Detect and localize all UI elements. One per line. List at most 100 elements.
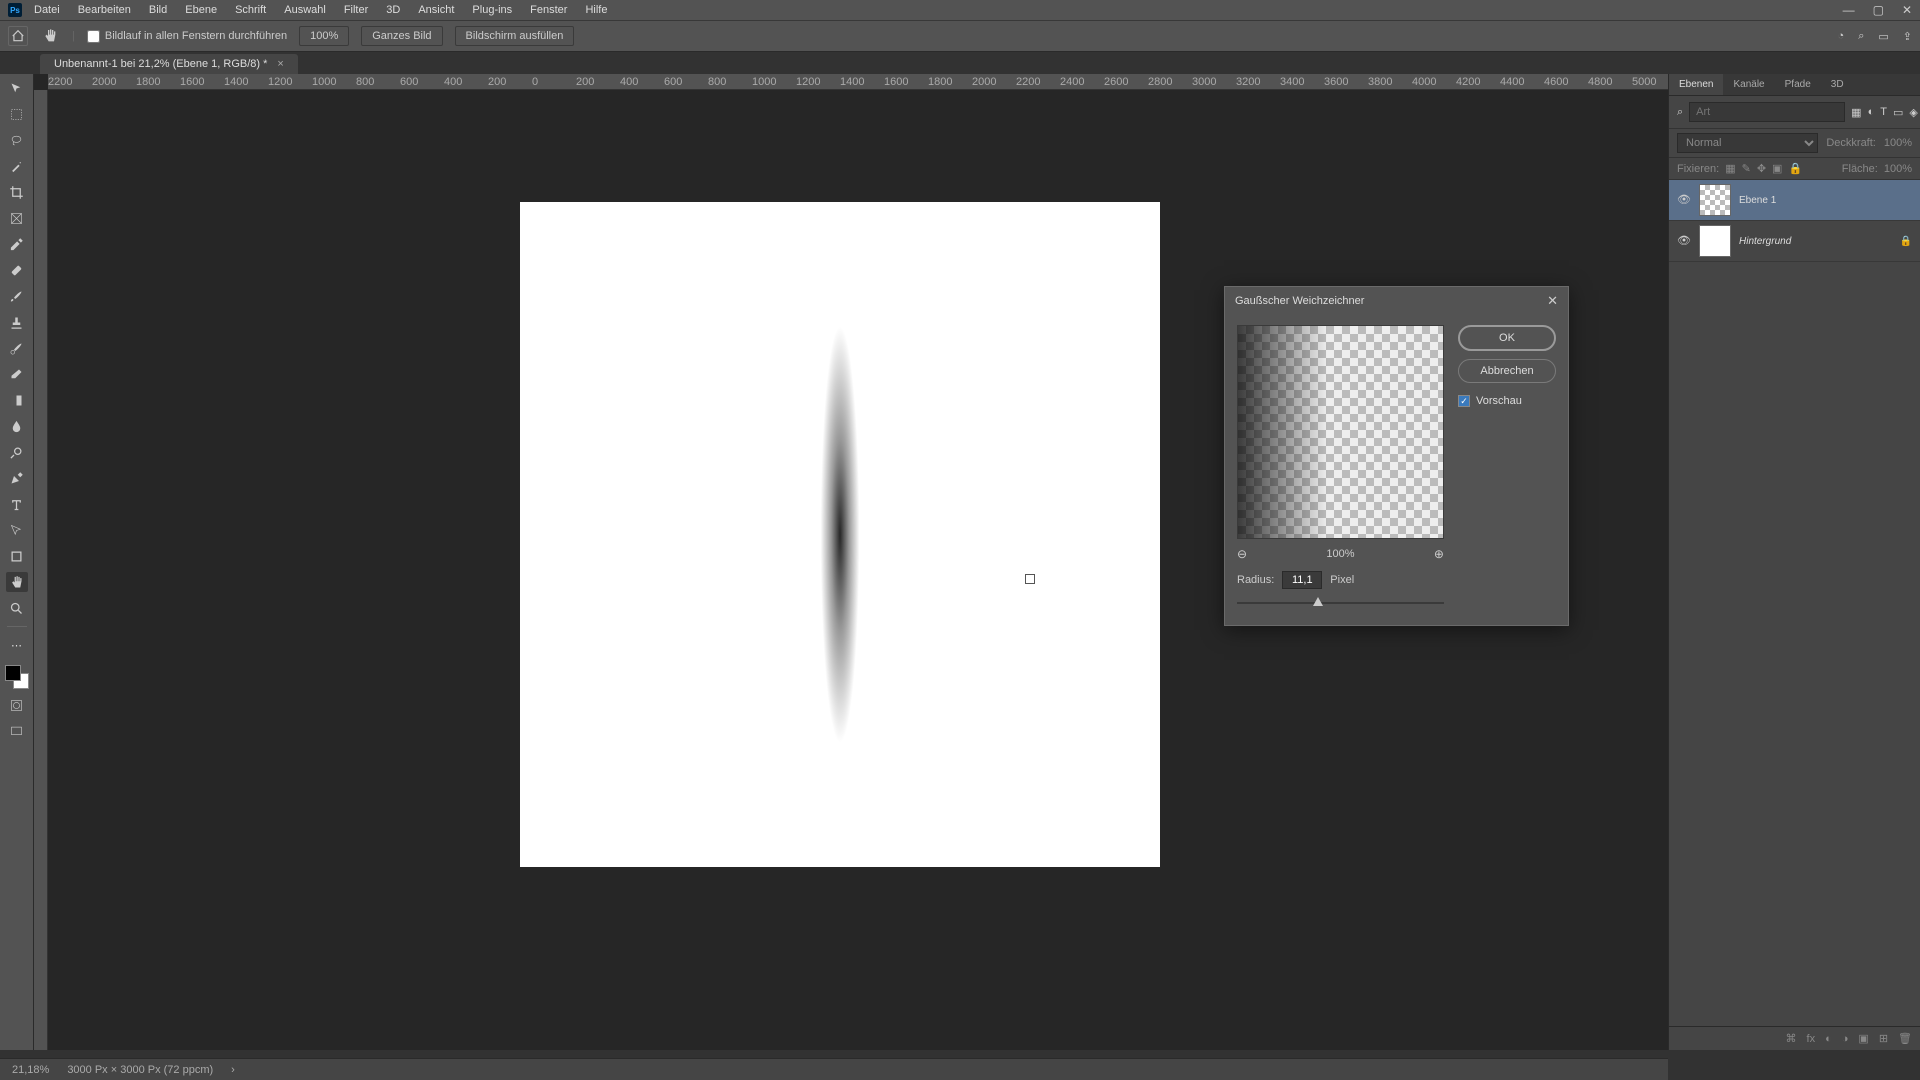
search-icon[interactable]: ⌕ bbox=[1677, 106, 1683, 119]
visibility-icon[interactable]: 👁 bbox=[1677, 234, 1691, 248]
zoom-in-icon[interactable]: ⊕ bbox=[1434, 547, 1444, 561]
zoom-out-icon[interactable]: ⊖ bbox=[1237, 547, 1247, 561]
mask-icon[interactable]: ◐ bbox=[1825, 1033, 1832, 1045]
filter-smart-icon[interactable]: ◈ bbox=[1909, 106, 1917, 119]
menu-filter[interactable]: Filter bbox=[344, 4, 368, 16]
fit-all-button[interactable]: Ganzes Bild bbox=[361, 26, 442, 46]
fill-value[interactable]: 100% bbox=[1884, 163, 1912, 175]
fx-icon[interactable]: fx bbox=[1807, 1033, 1816, 1045]
history-brush-tool[interactable] bbox=[6, 338, 28, 358]
path-tool[interactable] bbox=[6, 520, 28, 540]
lasso-tool[interactable] bbox=[6, 130, 28, 150]
link-layers-icon[interactable]: ⌘ bbox=[1786, 1032, 1797, 1045]
menu-ebene[interactable]: Ebene bbox=[185, 4, 217, 16]
dodge-tool[interactable] bbox=[6, 442, 28, 462]
cancel-button[interactable]: Abbrechen bbox=[1458, 359, 1556, 383]
menu-plugins[interactable]: Plug-ins bbox=[472, 4, 512, 16]
foreground-color-swatch[interactable] bbox=[5, 665, 21, 681]
lock-artboard-icon[interactable]: ▣ bbox=[1772, 162, 1782, 175]
checkbox-icon[interactable]: ✓ bbox=[1458, 395, 1470, 407]
color-swatches[interactable] bbox=[5, 665, 29, 689]
document-tab[interactable]: Unbenannt-1 bei 21,2% (Ebene 1, RGB/8) *… bbox=[40, 54, 298, 74]
tab-kanaele[interactable]: Kanäle bbox=[1723, 74, 1774, 95]
menu-3d[interactable]: 3D bbox=[386, 4, 400, 16]
stamp-tool[interactable] bbox=[6, 312, 28, 332]
layer-thumbnail[interactable] bbox=[1699, 225, 1731, 257]
quickmask-icon[interactable] bbox=[6, 695, 28, 715]
menu-datei[interactable]: Datei bbox=[34, 4, 60, 16]
menu-ansicht[interactable]: Ansicht bbox=[418, 4, 454, 16]
layer-row[interactable]: 👁 Ebene 1 bbox=[1669, 180, 1920, 221]
edit-toolbar-icon[interactable]: ⋯ bbox=[6, 635, 28, 655]
menu-fenster[interactable]: Fenster bbox=[530, 4, 567, 16]
cloud-icon[interactable]: ◔ bbox=[1838, 30, 1845, 42]
opacity-value[interactable]: 100% bbox=[1884, 137, 1912, 149]
filter-adjust-icon[interactable]: ◐ bbox=[1868, 106, 1875, 118]
canvas[interactable] bbox=[520, 202, 1192, 902]
gradient-tool[interactable] bbox=[6, 390, 28, 410]
menu-hilfe[interactable]: Hilfe bbox=[585, 4, 607, 16]
layer-thumbnail[interactable] bbox=[1699, 184, 1731, 216]
search-icon[interactable]: ⌕ bbox=[1858, 30, 1864, 43]
move-tool[interactable] bbox=[6, 78, 28, 98]
dialog-close-icon[interactable]: ✕ bbox=[1547, 293, 1558, 309]
layer-name[interactable]: Ebene 1 bbox=[1739, 195, 1776, 206]
filter-shape-icon[interactable]: ▭ bbox=[1893, 106, 1903, 119]
radius-input[interactable] bbox=[1282, 571, 1322, 589]
share-icon[interactable]: ⇪ bbox=[1903, 30, 1912, 43]
marquee-tool[interactable] bbox=[6, 104, 28, 124]
blur-tool[interactable] bbox=[6, 416, 28, 436]
document-tab-close-icon[interactable]: × bbox=[277, 58, 283, 70]
menu-schrift[interactable]: Schrift bbox=[235, 4, 266, 16]
trash-icon[interactable]: 🗑 bbox=[1898, 1032, 1912, 1045]
heal-tool[interactable] bbox=[6, 260, 28, 280]
lock-move-icon[interactable]: ✥ bbox=[1757, 162, 1766, 175]
menu-bild[interactable]: Bild bbox=[149, 4, 167, 16]
hand-tool-icon[interactable] bbox=[40, 26, 60, 46]
lock-pixels-icon[interactable]: ▦ bbox=[1725, 162, 1735, 175]
tab-pfade[interactable]: Pfade bbox=[1775, 74, 1821, 95]
radius-slider[interactable] bbox=[1237, 595, 1444, 611]
fill-screen-button[interactable]: Bildschirm ausfüllen bbox=[455, 26, 575, 46]
scroll-all-checkbox[interactable]: Bildlauf in allen Fenstern durchführen bbox=[87, 30, 287, 43]
new-layer-icon[interactable]: ⊞ bbox=[1879, 1032, 1888, 1045]
layer-row[interactable]: 👁 Hintergrund 🔒 bbox=[1669, 221, 1920, 262]
slider-thumb[interactable] bbox=[1313, 597, 1323, 606]
hand-tool[interactable] bbox=[6, 572, 28, 592]
layer-filter-input[interactable] bbox=[1689, 102, 1845, 122]
eyedropper-tool[interactable] bbox=[6, 234, 28, 254]
maximize-icon[interactable]: ▢ bbox=[1873, 3, 1884, 17]
status-doc-info[interactable]: 3000 Px × 3000 Px (72 ppcm) bbox=[67, 1064, 213, 1076]
home-icon[interactable] bbox=[8, 26, 28, 46]
dialog-titlebar[interactable]: Gaußscher Weichzeichner ✕ bbox=[1225, 287, 1568, 315]
menu-bearbeiten[interactable]: Bearbeiten bbox=[78, 4, 131, 16]
status-chevron-icon[interactable]: › bbox=[231, 1064, 235, 1076]
visibility-icon[interactable]: 👁 bbox=[1677, 193, 1691, 207]
type-tool[interactable] bbox=[6, 494, 28, 514]
lock-all-icon[interactable]: 🔒 bbox=[1788, 162, 1802, 175]
zoom-tool[interactable] bbox=[6, 598, 28, 618]
filter-image-icon[interactable]: ▦ bbox=[1851, 106, 1861, 119]
crop-tool[interactable] bbox=[6, 182, 28, 202]
layer-name[interactable]: Hintergrund bbox=[1739, 236, 1791, 247]
group-icon[interactable]: ▣ bbox=[1858, 1032, 1868, 1045]
lock-position-icon[interactable]: ✎ bbox=[1742, 162, 1751, 175]
filter-type-icon[interactable]: T bbox=[1880, 106, 1887, 118]
menu-auswahl[interactable]: Auswahl bbox=[284, 4, 326, 16]
preview-checkbox[interactable]: ✓ Vorschau bbox=[1458, 395, 1556, 407]
screenmode-icon[interactable] bbox=[6, 721, 28, 741]
eraser-tool[interactable] bbox=[6, 364, 28, 384]
adjustment-icon[interactable]: ◑ bbox=[1842, 1033, 1849, 1045]
wand-tool[interactable] bbox=[6, 156, 28, 176]
ok-button[interactable]: OK bbox=[1458, 325, 1556, 351]
zoom-100-button[interactable]: 100% bbox=[299, 26, 349, 46]
tab-3d[interactable]: 3D bbox=[1821, 74, 1854, 95]
close-icon[interactable]: ✕ bbox=[1902, 3, 1912, 17]
workspace-icon[interactable]: ▭ bbox=[1878, 30, 1888, 43]
blur-preview[interactable] bbox=[1237, 325, 1444, 539]
frame-tool[interactable] bbox=[6, 208, 28, 228]
status-zoom[interactable]: 21,18% bbox=[12, 1064, 49, 1076]
tab-ebenen[interactable]: Ebenen bbox=[1669, 74, 1723, 95]
pen-tool[interactable] bbox=[6, 468, 28, 488]
scroll-all-input[interactable] bbox=[87, 30, 100, 43]
